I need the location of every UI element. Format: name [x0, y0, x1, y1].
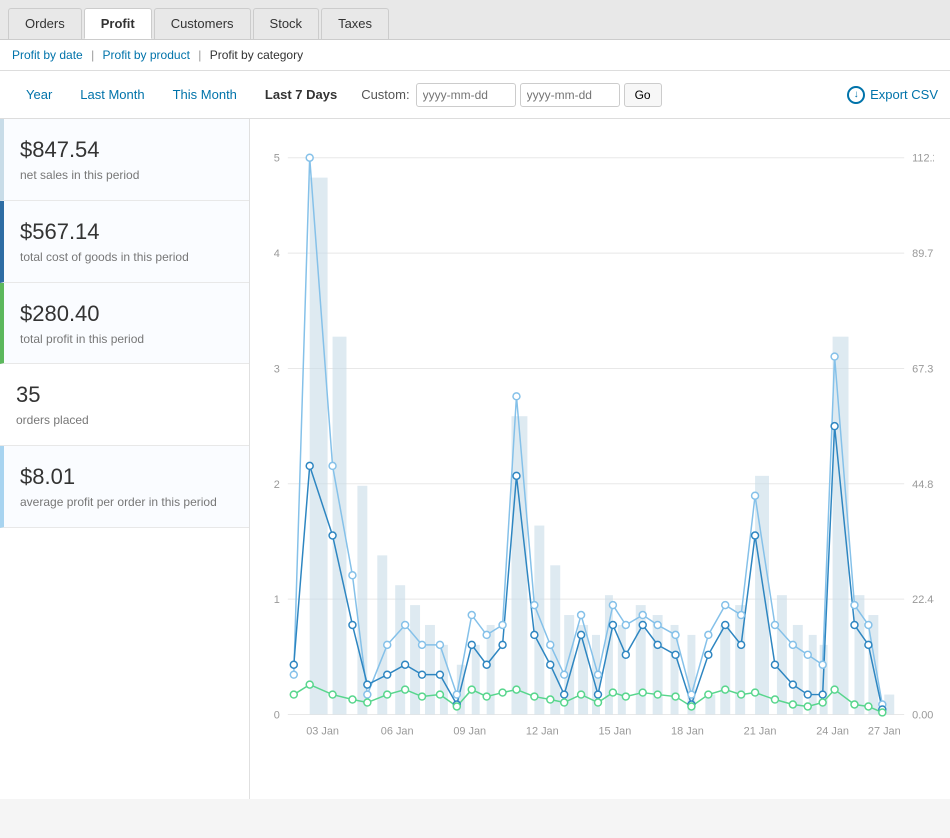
svg-text:03 Jan: 03 Jan — [306, 725, 339, 737]
stat-cost-label: total cost of goods in this period — [20, 249, 233, 266]
breadcrumb-profit-by-category: Profit by category — [210, 48, 303, 62]
svg-text:5: 5 — [274, 153, 280, 165]
breadcrumb-profit-by-date[interactable]: Profit by date — [12, 48, 83, 62]
top-tabs: Orders Profit Customers Stock Taxes — [0, 0, 950, 40]
filter-year[interactable]: Year — [12, 81, 66, 108]
svg-text:1: 1 — [274, 594, 280, 606]
stat-profit-value: $280.40 — [20, 301, 233, 327]
tab-profit[interactable]: Profit — [84, 8, 152, 39]
tab-customers[interactable]: Customers — [154, 8, 251, 39]
svg-text:22.44: 22.44 — [912, 594, 934, 606]
stat-net-sales-label: net sales in this period — [20, 167, 233, 184]
svg-text:112.21: 112.21 — [912, 153, 934, 165]
stat-orders: 35 orders placed — [0, 364, 249, 446]
breadcrumb: Profit by date | Profit by product | Pro… — [0, 40, 950, 71]
breadcrumb-sep-2: | — [198, 48, 201, 62]
stat-orders-label: orders placed — [16, 412, 233, 429]
filter-this-month[interactable]: This Month — [159, 81, 251, 108]
svg-text:21 Jan: 21 Jan — [744, 725, 777, 737]
stat-net-sales: $847.54 net sales in this period — [0, 119, 249, 201]
stat-avg-profit-value: $8.01 — [20, 464, 233, 490]
svg-text:0.00: 0.00 — [912, 709, 933, 721]
svg-text:24 Jan: 24 Jan — [816, 725, 849, 737]
go-button[interactable]: Go — [624, 83, 662, 107]
svg-text:0: 0 — [274, 709, 280, 721]
custom-label: Custom: — [361, 87, 409, 102]
tab-taxes[interactable]: Taxes — [321, 8, 389, 39]
filter-last-month[interactable]: Last Month — [66, 81, 158, 108]
svg-text:12 Jan: 12 Jan — [526, 725, 559, 737]
stat-total-profit: $280.40 total profit in this period — [0, 283, 249, 365]
svg-text:89.77: 89.77 — [912, 248, 934, 260]
svg-text:44.88: 44.88 — [912, 479, 934, 491]
export-label: Export CSV — [870, 87, 938, 102]
export-icon: ↓ — [847, 86, 865, 104]
svg-text:3: 3 — [274, 363, 280, 375]
filter-bar: Year Last Month This Month Last 7 Days C… — [0, 71, 950, 119]
svg-text:06 Jan: 06 Jan — [381, 725, 414, 737]
stat-cost-of-goods: $567.14 total cost of goods in this peri… — [0, 201, 249, 283]
stat-avg-profit-label: average profit per order in this period — [20, 494, 233, 511]
svg-text:67.33: 67.33 — [912, 363, 934, 375]
breadcrumb-sep-1: | — [91, 48, 94, 62]
svg-text:2: 2 — [274, 479, 280, 491]
custom-end-date[interactable] — [520, 83, 620, 107]
svg-text:4: 4 — [274, 248, 280, 260]
stat-cost-value: $567.14 — [20, 219, 233, 245]
custom-start-date[interactable] — [416, 83, 516, 107]
svg-text:09 Jan: 09 Jan — [453, 725, 486, 737]
main-content: $847.54 net sales in this period $567.14… — [0, 119, 950, 799]
svg-text:18 Jan: 18 Jan — [671, 725, 704, 737]
chart-area: 0 1 2 3 4 5 0.00 22.44 44.88 67.33 89.77… — [250, 119, 950, 799]
svg-text:15 Jan: 15 Jan — [598, 725, 631, 737]
top-tabs-container: Orders Profit Customers Stock Taxes — [0, 0, 950, 40]
stat-profit-label: total profit in this period — [20, 331, 233, 348]
tab-orders[interactable]: Orders — [8, 8, 82, 39]
profit-chart: 0 1 2 3 4 5 0.00 22.44 44.88 67.33 89.77… — [258, 131, 934, 771]
stats-panel: $847.54 net sales in this period $567.14… — [0, 119, 250, 799]
tab-stock[interactable]: Stock — [253, 8, 320, 39]
stat-net-sales-value: $847.54 — [20, 137, 233, 163]
filter-last-7-days[interactable]: Last 7 Days — [251, 81, 351, 108]
svg-text:27 Jan: 27 Jan — [868, 725, 901, 737]
stat-avg-profit: $8.01 average profit per order in this p… — [0, 446, 249, 528]
export-csv-button[interactable]: ↓ Export CSV — [847, 86, 938, 104]
stat-orders-value: 35 — [16, 382, 233, 408]
breadcrumb-profit-by-product[interactable]: Profit by product — [103, 48, 190, 62]
